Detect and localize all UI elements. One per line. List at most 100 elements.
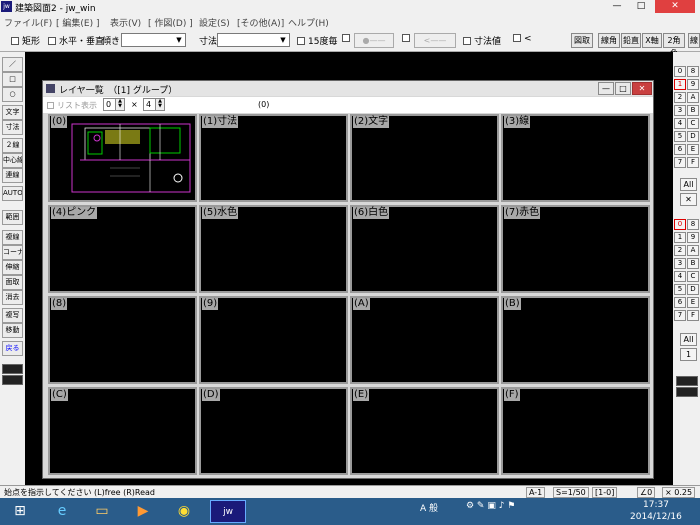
group-all-button[interactable]: All [680,333,697,346]
layer-button-3[interactable]: 3 [674,105,686,116]
ghost-button-1[interactable]: ●—— [354,33,394,48]
group-button-8[interactable]: 8 [687,219,699,230]
tool-range[interactable]: 範囲 [2,210,23,225]
clock-date[interactable]: 2014/12/16 [630,512,682,522]
layer-status-button[interactable]: [1-0] [592,487,618,498]
group-button-7[interactable]: 7 [674,310,686,321]
layer-cell-4[interactable]: (4)ピンク [48,205,197,293]
group-button-1[interactable]: 1 [674,232,686,243]
tool-rect[interactable]: □ [2,72,23,87]
cancel-button[interactable]: 図取 [571,33,593,48]
tool-text[interactable]: 文字 [2,105,23,120]
line-button[interactable]: 線 [688,33,700,48]
dialog-maximize-button[interactable]: □ [615,82,631,95]
layer-button-e[interactable]: E [687,144,699,155]
menu-draw[interactable]: [ 作図(D) ] [148,16,193,29]
tool-dimension[interactable]: 寸法 [2,120,23,135]
tilt-select[interactable]: ▼ [121,33,186,47]
media-player-icon[interactable]: ▶ [125,500,161,523]
dialog-close-button[interactable]: ✕ [632,82,652,95]
layer-cell-8[interactable]: (8) [48,296,197,384]
layer-button-0[interactable]: 0 [674,66,686,77]
dialog-minimize-button[interactable]: — [598,82,614,95]
group-button-d[interactable]: D [687,284,699,295]
tool-center-line[interactable]: 中心線 [2,153,23,168]
folder-icon[interactable]: ▭ [84,500,120,523]
list-display-checkbox[interactable]: リスト表示 [47,100,97,111]
layer-button-6[interactable]: 6 [674,144,686,155]
tool-offset[interactable]: 複線 [2,230,23,245]
tool-double-line[interactable]: ２線 [2,138,23,153]
layer-button-5[interactable]: 5 [674,131,686,142]
maximize-button[interactable]: □ [630,0,652,13]
group-button-b[interactable]: B [687,258,699,269]
minimize-button[interactable]: — [606,0,628,13]
group-button-e[interactable]: E [687,297,699,308]
layer-cell-5[interactable]: (5)水色 [199,205,348,293]
clock-time[interactable]: 17:37 [643,500,669,510]
angle-button[interactable]: ∠0 [637,487,656,498]
layer-all-button[interactable]: All [680,178,697,191]
rect-checkbox[interactable]: 矩形 [11,34,40,47]
tool-copy[interactable]: 複写 [2,308,23,323]
scale-button[interactable]: S=1/50 [553,487,589,498]
group-button-9[interactable]: 9 [687,232,699,243]
line-color-swatch[interactable] [2,364,23,374]
perpendicular-button[interactable]: 鉛直 [621,33,641,48]
tool-auto[interactable]: AUTO [2,186,23,201]
layer-cell-3[interactable]: (3)線 [501,114,650,202]
zoom-button[interactable]: × 0.25 [662,487,696,498]
group-button-6[interactable]: 6 [674,297,686,308]
group-button-2[interactable]: 2 [674,245,686,256]
tool-move[interactable]: 移動 [2,323,23,338]
start-button[interactable]: ⊞ [2,500,38,523]
layer-cell-2[interactable]: (2)文字 [350,114,499,202]
layer-cell-e[interactable]: (E) [350,387,499,475]
menu-other[interactable]: [その他(A)] [237,16,284,29]
layer-button-1[interactable]: 1 [674,79,686,90]
tool-line[interactable]: ／ [2,57,23,72]
group-button-4[interactable]: 4 [674,271,686,282]
close-button[interactable]: ✕ [655,0,695,13]
tray-icons[interactable]: ⚙ ✎ ▣ ♪ ⚑ [466,501,515,511]
layer-cell-0[interactable]: (0) [48,114,197,202]
paper-size-button[interactable]: A-1 [526,487,546,498]
cols-spinner[interactable]: 4 ▲ ▼ [143,98,165,111]
group-button-a[interactable]: A [687,245,699,256]
layer-button-4[interactable]: 4 [674,118,686,129]
layer-button-9[interactable]: 9 [687,79,699,90]
line-type-swatch[interactable] [2,375,23,385]
layer-cell-f[interactable]: (F) [501,387,650,475]
layer-button-b[interactable]: B [687,105,699,116]
group-button-3[interactable]: 3 [674,258,686,269]
menu-help[interactable]: ヘルプ(H) [288,16,329,29]
two-angle-button[interactable]: 2角角 [663,33,685,58]
dim-select[interactable]: ▼ [217,33,290,47]
dim-value-checkbox[interactable]: 寸法値 [463,34,501,47]
rows-spinner[interactable]: 0 ▲ ▼ [103,98,125,111]
ghost1-checkbox[interactable] [342,34,353,44]
tool-continuous-line[interactable]: 連線 [2,168,23,183]
layer-cell-9[interactable]: (9) [199,296,348,384]
layer-cell-1[interactable]: (1)寸法 [199,114,348,202]
tool-corner[interactable]: コーナー [2,245,23,260]
menu-edit[interactable]: [ 編集(E) ] [56,16,99,29]
layer-button-a[interactable]: A [687,92,699,103]
layer-x-button[interactable]: ✕ [680,193,697,206]
layer-button-f[interactable]: F [687,157,699,168]
ghost2-checkbox[interactable] [402,34,413,44]
layer-button-2[interactable]: 2 [674,92,686,103]
layer-cell-a[interactable]: (A) [350,296,499,384]
chrome-icon[interactable]: ◉ [166,500,202,523]
ie-icon[interactable]: e [44,500,80,523]
deg15-checkbox[interactable]: 15度毎 [297,34,337,47]
ghost-button-2[interactable]: <—— [414,33,456,48]
group-button-5[interactable]: 5 [674,284,686,295]
ime-indicator[interactable]: A 般 [420,501,438,514]
group-button-c[interactable]: C [687,271,699,282]
tool-erase[interactable]: 消去 [2,290,23,305]
group-button-0[interactable]: 0 [674,219,686,230]
layer-cell-b[interactable]: (B) [501,296,650,384]
menu-settings[interactable]: 設定(S) [199,16,230,29]
layer-button-d[interactable]: D [687,131,699,142]
